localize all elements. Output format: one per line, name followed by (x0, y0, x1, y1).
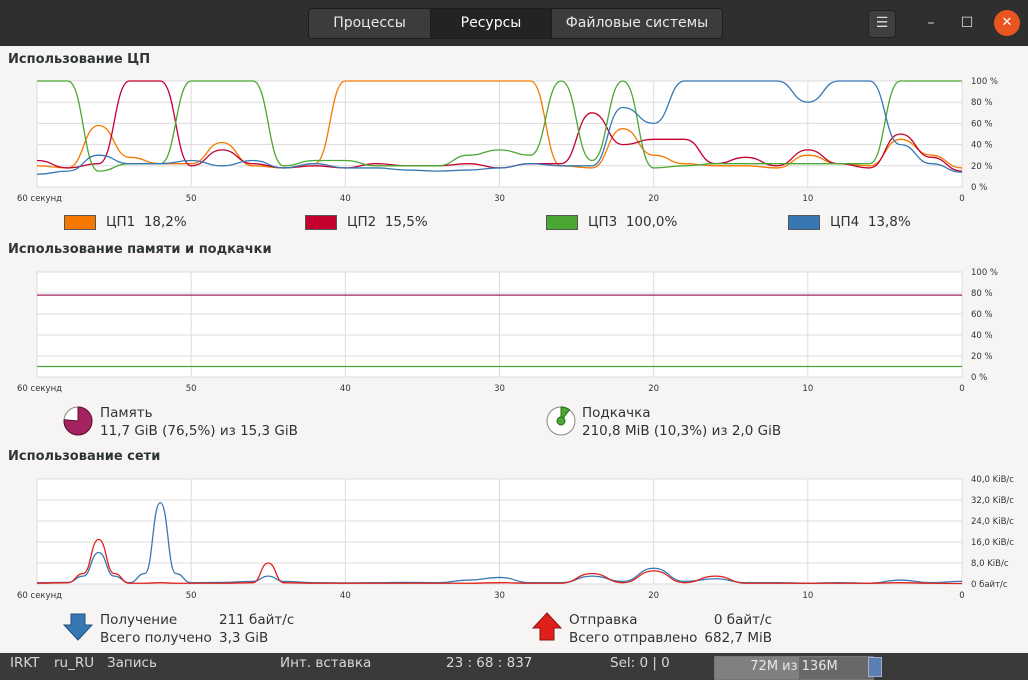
cpu-y-tick-label: 40 % (971, 141, 993, 151)
status-selection: Sel: 0 | 0 (610, 655, 670, 671)
cpu4-color-swatch[interactable] (788, 214, 820, 230)
network-y-tick-label: 0 байт/с (971, 580, 1008, 590)
memory-y-tick-label: 20 % (971, 352, 993, 362)
memory-label: Память (100, 405, 153, 421)
memory-pie-icon[interactable] (62, 405, 94, 437)
memory-y-tick-label: 0 % (971, 373, 987, 383)
legend-cpu1-label: ЦП1 (106, 214, 136, 230)
legend-cpu3-label: ЦП3 (588, 214, 618, 230)
legend-cpu2-label: ЦП2 (347, 214, 377, 230)
receive-values: 211 байт/с 3,3 GiB (219, 611, 294, 647)
upload-arrow-icon[interactable] (532, 612, 562, 642)
status-insert-mode[interactable]: Инт. вставка (280, 653, 371, 680)
cpu-y-tick-label: 60 % (971, 119, 993, 129)
memory-x-tick-label: 50 (186, 384, 197, 394)
cpu-x-tick-label: 60 секунд (17, 194, 62, 204)
cpu-x-tick-label: 50 (186, 194, 197, 204)
status-position: 23 : 68 : 837 (446, 655, 533, 671)
cpu-y-tick-label: 100 % (971, 77, 998, 87)
network-x-tick-label: 10 (802, 591, 813, 601)
memory-y-tick-label: 100 % (971, 268, 998, 278)
send-total: 682,7 MiB (704, 630, 772, 646)
receive-label: Получение (100, 612, 178, 628)
network-y-tick-label: 40,0 KiB/c (971, 475, 1014, 485)
status-locale[interactable]: ru_RU (54, 653, 94, 680)
cpu1-color-swatch[interactable] (64, 214, 96, 230)
memory-x-tick-label: 20 (648, 384, 659, 394)
resource-graphs: 100 %80 %60 %40 %20 %0 %60 секунд 50 40 30 2… (17, 77, 1014, 601)
memory-info: Память 11,7 GiB (76,5%) из 15,3 GiB (100, 404, 298, 440)
network-y-tick-label: 24,0 KiB/c (971, 517, 1014, 527)
swap-label: Подкачка (582, 405, 651, 421)
cpu-x-tick-label: 20 (648, 194, 659, 204)
legend-cpu4-value: 13,8% (867, 214, 911, 230)
legend-cpu2: ЦП2 15,5% (305, 214, 428, 230)
cpu-x-tick-label: 0 (959, 194, 964, 204)
status-bar: IRKT ru_RU Запись Инт. вставка 23 : 68 :… (0, 653, 1028, 680)
trash-icon[interactable] (868, 657, 882, 677)
send-label: Отправка (569, 612, 638, 628)
memory-x-tick-label: 10 (802, 384, 813, 394)
network-x-tick-label: 30 (494, 591, 505, 601)
send-rate: 0 байт/с (713, 612, 772, 628)
status-timezone: IRKT (10, 655, 40, 671)
legend-cpu2-value: 15,5% (384, 214, 428, 230)
cpu-y-tick-label: 0 % (971, 183, 987, 193)
memory-y-tick-label: 60 % (971, 310, 993, 320)
cpu-x-tick-label: 10 (802, 194, 813, 204)
receive-total-label: Всего получено (100, 630, 212, 646)
swap-pie-icon[interactable] (545, 405, 577, 437)
send-total-label: Всего отправлено (569, 630, 698, 646)
legend-cpu4-label: ЦП4 (830, 214, 860, 230)
legend-cpu1: ЦП1 18,2% (64, 214, 187, 230)
memory-x-tick-label: 40 (340, 384, 351, 394)
receive-info: Получение Всего получено (100, 611, 212, 647)
memory-x-tick-label: 30 (494, 384, 505, 394)
swap-info: Подкачка 210,8 MiB (10,3%) из 2,0 GiB (582, 404, 781, 440)
memory-y-tick-label: 80 % (971, 289, 993, 299)
status-mode[interactable]: Запись (107, 653, 157, 680)
cpu2-color-swatch[interactable] (305, 214, 337, 230)
legend-cpu3: ЦП3 100,0% (546, 214, 677, 230)
network-y-tick-label: 32,0 KiB/c (971, 496, 1014, 506)
legend-cpu1-value: 18,2% (143, 214, 187, 230)
memory-y-tick-label: 40 % (971, 331, 993, 341)
network-y-tick-label: 8,0 KiB/c (971, 559, 1009, 569)
cpu3-color-swatch[interactable] (546, 214, 578, 230)
memory-detail: 11,7 GiB (76,5%) из 15,3 GiB (100, 423, 298, 439)
send-values: 0 байт/с 682,7 MiB (700, 611, 772, 647)
cpu-x-tick-label: 40 (340, 194, 351, 204)
legend-cpu4: ЦП4 13,8% (788, 214, 911, 230)
network-x-tick-label: 50 (186, 591, 197, 601)
cpu-y-tick-label: 20 % (971, 162, 993, 172)
network-x-tick-label: 20 (648, 591, 659, 601)
network-x-tick-label: 0 (959, 591, 964, 601)
network-x-tick-label: 60 секунд (17, 591, 62, 601)
status-memory-indicator: 72M из 136M (714, 656, 874, 680)
download-arrow-icon[interactable] (63, 612, 93, 642)
receive-total: 3,3 GiB (219, 630, 269, 646)
swap-detail: 210,8 MiB (10,3%) из 2,0 GiB (582, 423, 782, 439)
status-memory-text: 72M из 136M (750, 659, 838, 674)
network-x-tick-label: 40 (340, 591, 351, 601)
send-info: Отправка Всего отправлено (569, 611, 697, 647)
memory-x-tick-label: 60 секунд (17, 384, 62, 394)
cpu-y-tick-label: 80 % (971, 98, 993, 108)
network-y-tick-label: 16,0 KiB/c (971, 538, 1014, 548)
memory-x-tick-label: 0 (959, 384, 964, 394)
cpu-x-tick-label: 30 (494, 194, 505, 204)
legend-cpu3-value: 100,0% (625, 214, 678, 230)
receive-rate: 211 байт/с (219, 612, 295, 628)
